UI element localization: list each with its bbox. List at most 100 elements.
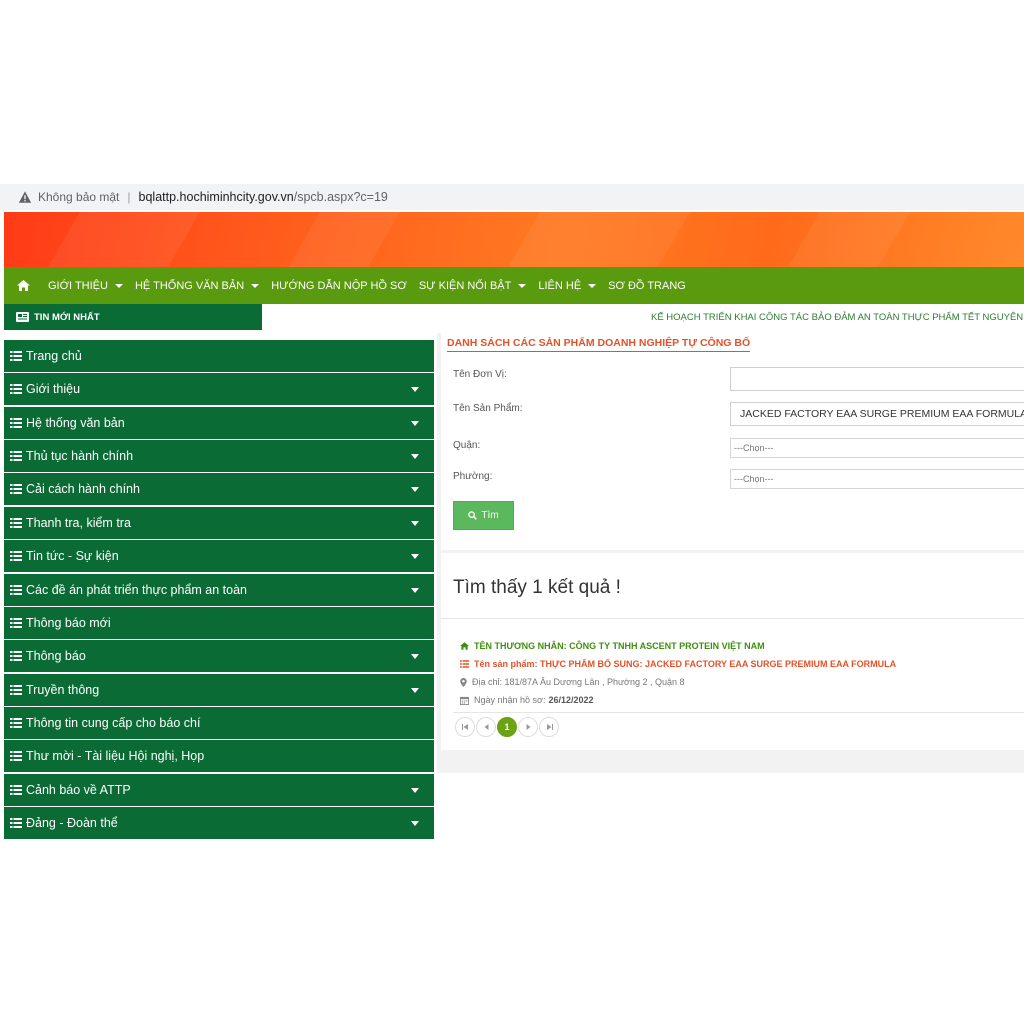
ticker-headline[interactable]: KẾ HOẠCH TRIỂN KHAI CÔNG TÁC BẢO ĐẢM AN …: [651, 312, 1024, 323]
list-icon: [10, 551, 22, 562]
unit-input[interactable]: [730, 367, 1024, 391]
url-field[interactable]: Không bảo mật | bqlattp.hochiminhcity.go…: [10, 186, 1024, 208]
nav-item-gioi-thieu[interactable]: GIỚI THIỆU: [42, 267, 129, 304]
sidebar-item[interactable]: Thông báo mới: [4, 606, 434, 639]
result-panel: Tìm thấy 1 kết quả ! TÊN THƯƠNG NHÂN: CÔ…: [441, 553, 1024, 750]
sidebar-item[interactable]: Tin tức - Sự kiện: [4, 540, 434, 573]
nav-item-huong-dan-nop-ho-so[interactable]: HƯỚNG DẪN NỘP HỒ SƠ: [265, 267, 413, 304]
caret-down-icon[interactable]: [411, 787, 419, 793]
sidebar-item[interactable]: Thanh tra, kiểm tra: [4, 506, 434, 539]
product-input[interactable]: JACKED FACTORY EAA SURGE PREMIUM EAA FOR…: [730, 402, 1024, 426]
caret-down-icon: [114, 283, 123, 288]
nav-item-lien-he[interactable]: LIÊN HỆ: [532, 267, 602, 304]
sidebar-item[interactable]: Cảnh báo về ATTP: [4, 773, 434, 806]
result-address: Địa chỉ: 181/87A Âu Dương Lân , Phường 2…: [460, 677, 684, 687]
nav-item-he-thong-van-ban[interactable]: HỆ THỐNG VĂN BẢN: [129, 267, 265, 304]
last-page-button[interactable]: [539, 717, 559, 737]
list-icon: [10, 684, 22, 695]
sidebar-item[interactable]: Thông báo: [4, 640, 434, 673]
caret-down-icon[interactable]: [411, 654, 419, 660]
list-icon: [10, 784, 22, 795]
panel-title: DANH SÁCH CÁC SẢN PHẨM DOANH NGHIỆP TỰ C…: [447, 337, 751, 352]
nav-item-su-kien-noi-bat[interactable]: SỰ KIỆN NỔI BẬT: [413, 267, 533, 304]
caret-down-icon[interactable]: [411, 687, 419, 693]
result-product[interactable]: Tên sản phẩm: THỰC PHẨM BỔ SUNG: JACKED …: [460, 659, 896, 669]
home-icon: [460, 642, 469, 650]
sidebar-item-label: Thủ tục hành chính: [26, 449, 134, 464]
list-icon: [10, 484, 22, 495]
sidebar-item[interactable]: Đảng - Đoàn thể: [4, 807, 434, 840]
caret-down-icon[interactable]: [411, 454, 419, 460]
sidebar-item-label: Hệ thống văn bản: [26, 415, 125, 430]
sidebar-item[interactable]: Trang chủ: [4, 340, 434, 372]
prev-page-icon: [484, 724, 488, 730]
search-button[interactable]: Tìm: [453, 501, 514, 530]
sidebar-item-label: Thông báo: [26, 649, 86, 664]
nav-home-button[interactable]: [4, 267, 42, 304]
url-path[interactable]: /spcb.aspx?c=19: [294, 190, 388, 204]
page-number-button[interactable]: 1: [497, 717, 517, 737]
url-host[interactable]: bqlattp.hochiminhcity.gov.vn: [139, 190, 294, 204]
result-date: Ngày nhận hồ sơ: 26/12/2022: [460, 695, 594, 705]
list-icon: [460, 660, 469, 668]
sidebar-item[interactable]: Các đề án phát triển thực phẩm an toàn: [4, 573, 434, 606]
sidebar-item[interactable]: Thông tin cung cấp cho báo chí: [4, 706, 434, 739]
sidebar-item-label: Thư mời - Tài liệu Hội nghị, Họp: [26, 749, 205, 764]
list-icon: [10, 584, 22, 595]
sidebar-item-label: Thông báo mới: [26, 615, 111, 630]
site-banner: [4, 212, 1024, 267]
unit-label: Tên Đơn Vị:: [453, 369, 507, 380]
first-page-button[interactable]: [455, 717, 475, 737]
sidebar-item[interactable]: Thủ tục hành chính: [4, 440, 434, 473]
sidebar-item[interactable]: Cải cách hành chính: [4, 473, 434, 506]
address-separator: |: [127, 190, 131, 204]
security-label[interactable]: Không bảo mật: [38, 190, 119, 204]
sidebar-item[interactable]: Hệ thống văn bản: [4, 406, 434, 439]
caret-down-icon[interactable]: [411, 554, 419, 560]
list-icon: [10, 451, 22, 462]
search-icon: [468, 511, 478, 520]
search-panel: DANH SÁCH CÁC SẢN PHẨM DOANH NGHIỆP TỰ C…: [441, 333, 1024, 550]
sidebar-item-label: Các đề án phát triển thực phẩm an toàn: [26, 582, 248, 597]
next-page-icon: [526, 724, 530, 730]
nav-item-so-do-trang[interactable]: SƠ ĐỒ TRANG: [602, 267, 692, 304]
ward-label: Phường:: [453, 471, 493, 482]
list-icon: [10, 751, 22, 762]
result-count-title: Tìm thấy 1 kết quả !: [453, 577, 621, 598]
sidebar-menu: Trang chủ Giới thiệu Hệ thống văn bản Thủ t…: [4, 340, 434, 840]
sidebar-item[interactable]: Giới thiệu: [4, 373, 434, 406]
caret-down-icon: [588, 283, 597, 288]
sidebar-item[interactable]: Truyền thông: [4, 673, 434, 706]
news-ticker[interactable]: KẾ HOẠCH TRIỂN KHAI CÔNG TÁC BẢO ĐẢM AN …: [262, 304, 1024, 330]
list-icon: [10, 651, 22, 662]
caret-down-icon: [251, 283, 260, 288]
district-select[interactable]: ---Chọn---: [730, 438, 1024, 458]
next-page-button[interactable]: [518, 717, 538, 737]
sidebar-item-label: Thông tin cung cấp cho báo chí: [26, 715, 201, 730]
list-icon: [10, 417, 22, 428]
sidebar-item[interactable]: Thư mời - Tài liệu Hội nghị, Họp: [4, 740, 434, 773]
result-date-value: 26/12/2022: [548, 695, 594, 705]
ward-select[interactable]: ---Chọn---: [730, 469, 1024, 489]
caret-down-icon[interactable]: [411, 587, 419, 593]
home-icon: [16, 280, 30, 291]
caret-down-icon[interactable]: [411, 520, 419, 526]
sidebar-item-label: Trang chủ: [26, 349, 82, 363]
last-page-icon: [546, 724, 553, 730]
calendar-icon: [460, 696, 469, 705]
product-label: Tên Sản Phẩm:: [453, 403, 523, 414]
caret-down-icon[interactable]: [411, 387, 419, 393]
caret-down-icon[interactable]: [411, 821, 419, 827]
result-company[interactable]: TÊN THƯƠNG NHÂN: CÔNG TY TNHH ASCENT PRO…: [460, 641, 765, 651]
sidebar-item-label: Giới thiệu: [26, 382, 81, 397]
caret-down-icon[interactable]: [411, 420, 419, 426]
caret-down-icon[interactable]: [411, 487, 419, 493]
sidebar-item-label: Cảnh báo về ATTP: [26, 782, 131, 797]
prev-page-button[interactable]: [476, 717, 496, 737]
first-page-icon: [461, 724, 468, 730]
district-label: Quận:: [453, 440, 481, 451]
list-icon: [10, 818, 22, 829]
browser-address-bar[interactable]: Không bảo mật | bqlattp.hochiminhcity.go…: [0, 184, 1024, 210]
sidebar-item-label: Tin tức - Sự kiện: [26, 549, 119, 564]
warning-icon[interactable]: [18, 190, 32, 204]
